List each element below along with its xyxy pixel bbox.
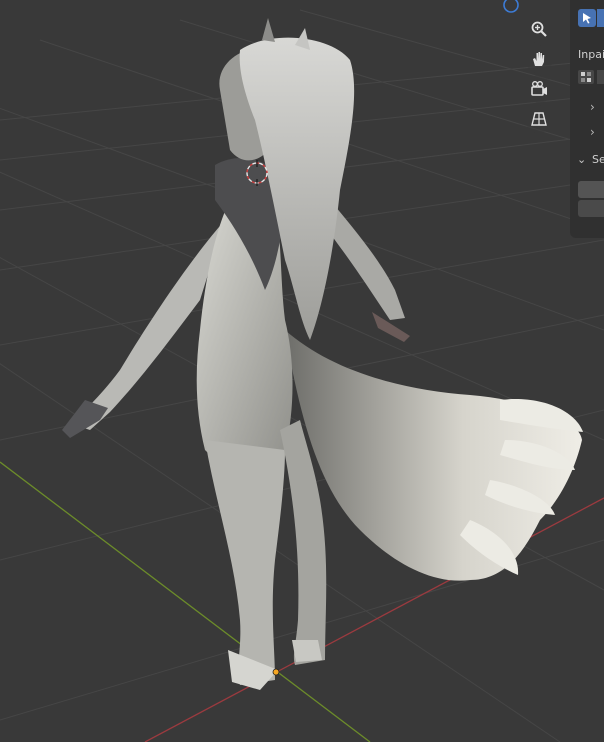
object-origin-dot [272,668,280,676]
tool-selector-edge[interactable] [597,9,604,27]
chevron-down-icon[interactable]: ⌄ [577,153,586,166]
section-label[interactable]: Se [592,153,604,166]
inpaint-label: Inpai [578,48,604,61]
camera-icon[interactable] [525,75,553,103]
3d-viewport[interactable] [0,0,604,742]
grid-icon[interactable] [578,70,594,84]
hand-icon[interactable] [525,45,553,73]
chevron-right-icon[interactable]: › [590,125,595,139]
zoom-icon[interactable] [525,15,553,43]
panel-field[interactable] [578,200,604,217]
axis-gizmo-circle [503,0,519,13]
left-leg [205,440,285,685]
chevron-right-icon[interactable]: › [590,100,595,114]
panel-field[interactable] [578,181,604,198]
viewport-canvas[interactable] [0,0,604,742]
grid-field-edge[interactable] [597,70,604,84]
cursor-select-icon[interactable] [578,9,596,27]
grid-perspective-icon[interactable] [525,105,553,133]
